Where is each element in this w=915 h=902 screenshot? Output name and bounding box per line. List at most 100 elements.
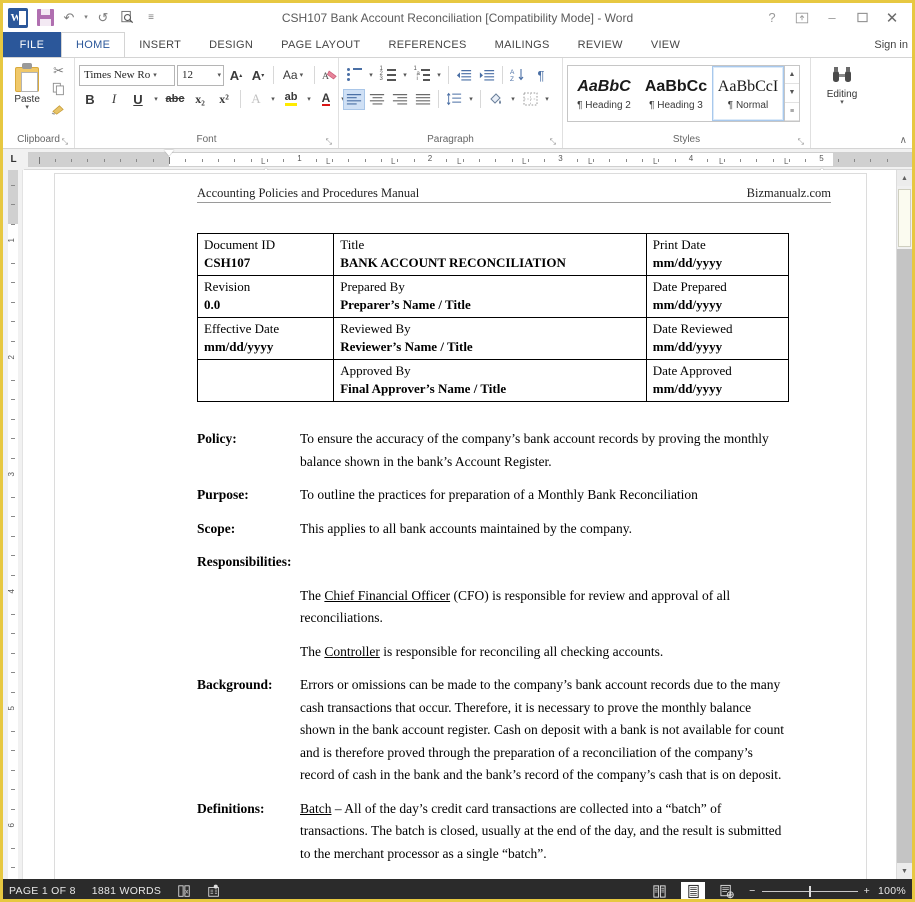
- document-id-table[interactable]: Document ID CSH107 Title BANK ACCOUNT RE…: [197, 233, 789, 402]
- style-heading-3[interactable]: AaBbCc ¶ Heading 3: [640, 66, 712, 121]
- word-logo-icon[interactable]: [8, 8, 28, 28]
- italic-button[interactable]: I: [103, 89, 125, 110]
- grow-font-button[interactable]: A▴: [226, 65, 246, 86]
- bullets-caret-icon[interactable]: ▾: [366, 65, 376, 86]
- maximize-button[interactable]: [848, 6, 876, 30]
- proofing-errors-icon[interactable]: x: [177, 884, 191, 898]
- decrease-indent-icon[interactable]: [453, 65, 475, 86]
- undo-icon[interactable]: ↶: [58, 7, 80, 29]
- font-name-combo[interactable]: Times New Ro ▾: [79, 65, 175, 86]
- align-left-icon[interactable]: [343, 89, 365, 110]
- cell-date-approved[interactable]: Date Approved mm/dd/yyyy: [646, 360, 788, 402]
- vertical-ruler[interactable]: 123456: [3, 170, 23, 879]
- multilevel-list-icon[interactable]: 1ai: [411, 65, 433, 86]
- styles-scroll-up-icon[interactable]: ▲: [785, 66, 799, 84]
- paste-dropdown-caret-icon[interactable]: ▾: [25, 105, 29, 111]
- font-dialog-launcher[interactable]: ⤡: [326, 137, 332, 147]
- cell-print-date[interactable]: Print Date mm/dd/yyyy: [646, 234, 788, 276]
- styles-scroll-down-icon[interactable]: ▼: [785, 84, 799, 102]
- borders-caret-icon[interactable]: ▾: [542, 89, 552, 110]
- undo-dropdown-caret-icon[interactable]: ▾: [82, 7, 90, 29]
- sort-icon[interactable]: A Z: [507, 65, 529, 86]
- cell-revision[interactable]: Revision 0.0: [198, 276, 334, 318]
- minimize-button[interactable]: –: [818, 6, 846, 30]
- underline-button[interactable]: U: [127, 89, 149, 110]
- style-heading-2[interactable]: AaBbC ¶ Heading 2: [568, 66, 640, 121]
- bullets-icon[interactable]: [343, 65, 365, 86]
- ruler-tab-stop[interactable]: L: [457, 157, 461, 166]
- ruler-tab-stop[interactable]: L: [719, 157, 723, 166]
- editing-caret-icon[interactable]: ▾: [840, 100, 844, 106]
- document-body[interactable]: Policy: To ensure the accuracy of the co…: [197, 428, 787, 879]
- increase-indent-icon[interactable]: [476, 65, 498, 86]
- zoom-control[interactable]: − + 100%: [749, 885, 906, 897]
- tab-insert[interactable]: INSERT: [125, 32, 195, 57]
- font-color-button[interactable]: A: [316, 89, 336, 110]
- clear-formatting-icon[interactable]: A: [320, 65, 340, 86]
- highlight-caret-icon[interactable]: ▾: [304, 89, 314, 110]
- justify-icon[interactable]: [412, 89, 434, 110]
- strikethrough-button[interactable]: abc: [163, 89, 187, 110]
- ruler-tab-stop[interactable]: L: [261, 157, 265, 166]
- show-formatting-marks-icon[interactable]: ¶: [530, 65, 552, 86]
- text-effects-caret-icon[interactable]: ▾: [268, 89, 278, 110]
- cut-icon[interactable]: ✂: [53, 64, 64, 78]
- ribbon-display-options-icon[interactable]: [788, 6, 816, 30]
- paste-button[interactable]: Paste ▾: [7, 61, 47, 111]
- first-line-indent-marker[interactable]: [164, 150, 174, 156]
- tab-stop-selector[interactable]: L: [3, 149, 24, 170]
- zoom-level[interactable]: 100%: [876, 885, 906, 897]
- zoom-out-button[interactable]: −: [749, 885, 755, 897]
- cell-empty[interactable]: [198, 360, 334, 402]
- shrink-font-button[interactable]: A▾: [248, 65, 268, 86]
- borders-icon[interactable]: [519, 89, 541, 110]
- shading-caret-icon[interactable]: ▾: [508, 89, 518, 110]
- cell-prepared-by[interactable]: Prepared By Preparer’s Name / Title: [334, 276, 647, 318]
- cell-date-prepared[interactable]: Date Prepared mm/dd/yyyy: [646, 276, 788, 318]
- cell-reviewed-by[interactable]: Reviewed By Reviewer’s Name / Title: [334, 318, 647, 360]
- read-mode-icon[interactable]: [647, 882, 671, 900]
- format-painter-icon[interactable]: [51, 103, 66, 119]
- bold-button[interactable]: B: [79, 89, 101, 110]
- ruler-tab-stop[interactable]: L: [522, 157, 526, 166]
- scroll-thumb[interactable]: [898, 189, 911, 247]
- subscript-button[interactable]: x₂: [189, 89, 211, 110]
- numbering-caret-icon[interactable]: ▾: [400, 65, 410, 86]
- align-center-icon[interactable]: [366, 89, 388, 110]
- zoom-in-button[interactable]: +: [864, 885, 870, 897]
- sign-in-link[interactable]: Sign in: [874, 32, 912, 57]
- tab-home[interactable]: HOME: [61, 32, 125, 58]
- ruler-tab-stop[interactable]: L: [784, 157, 788, 166]
- vertical-scrollbar[interactable]: ▲ ▼: [896, 170, 912, 879]
- web-layout-icon[interactable]: [715, 882, 739, 900]
- ruler-tab-stop[interactable]: L: [588, 157, 592, 166]
- help-icon[interactable]: ?: [758, 6, 786, 30]
- tab-review[interactable]: REVIEW: [564, 32, 637, 57]
- highlight-button[interactable]: ab: [280, 89, 302, 110]
- align-right-icon[interactable]: [389, 89, 411, 110]
- underline-caret-icon[interactable]: ▾: [151, 89, 161, 110]
- print-layout-icon[interactable]: [681, 882, 705, 900]
- cell-approved-by[interactable]: Approved By Final Approver’s Name / Titl…: [334, 360, 647, 402]
- language-icon[interactable]: [207, 884, 221, 898]
- line-spacing-icon[interactable]: [443, 89, 465, 110]
- collapse-ribbon-icon[interactable]: ∧: [900, 135, 907, 146]
- font-size-combo[interactable]: 12 ▾: [177, 65, 224, 86]
- editing-button[interactable]: Editing ▾: [815, 61, 869, 106]
- page-indicator[interactable]: PAGE 1 OF 8: [9, 885, 76, 897]
- styles-dialog-launcher[interactable]: ⤡: [798, 137, 804, 147]
- superscript-button[interactable]: x²: [213, 89, 235, 110]
- cell-effective-date[interactable]: Effective Date mm/dd/yyyy: [198, 318, 334, 360]
- print-preview-icon[interactable]: [116, 7, 138, 29]
- tab-page-layout[interactable]: PAGE LAYOUT: [267, 32, 374, 57]
- change-case-button[interactable]: Aa▾: [279, 65, 309, 86]
- horizontal-ruler[interactable]: L 12345LLLLLLLLL: [3, 149, 912, 170]
- cell-date-reviewed[interactable]: Date Reviewed mm/dd/yyyy: [646, 318, 788, 360]
- tab-mailings[interactable]: MAILINGS: [481, 32, 564, 57]
- document-canvas[interactable]: Accounting Policies and Procedures Manua…: [23, 170, 896, 879]
- clipboard-dialog-launcher[interactable]: ⤡: [62, 137, 68, 147]
- tab-view[interactable]: VIEW: [637, 32, 694, 57]
- paragraph-dialog-launcher[interactable]: ⤡: [550, 137, 556, 147]
- zoom-slider[interactable]: [762, 891, 858, 892]
- cell-document-id[interactable]: Document ID CSH107: [198, 234, 334, 276]
